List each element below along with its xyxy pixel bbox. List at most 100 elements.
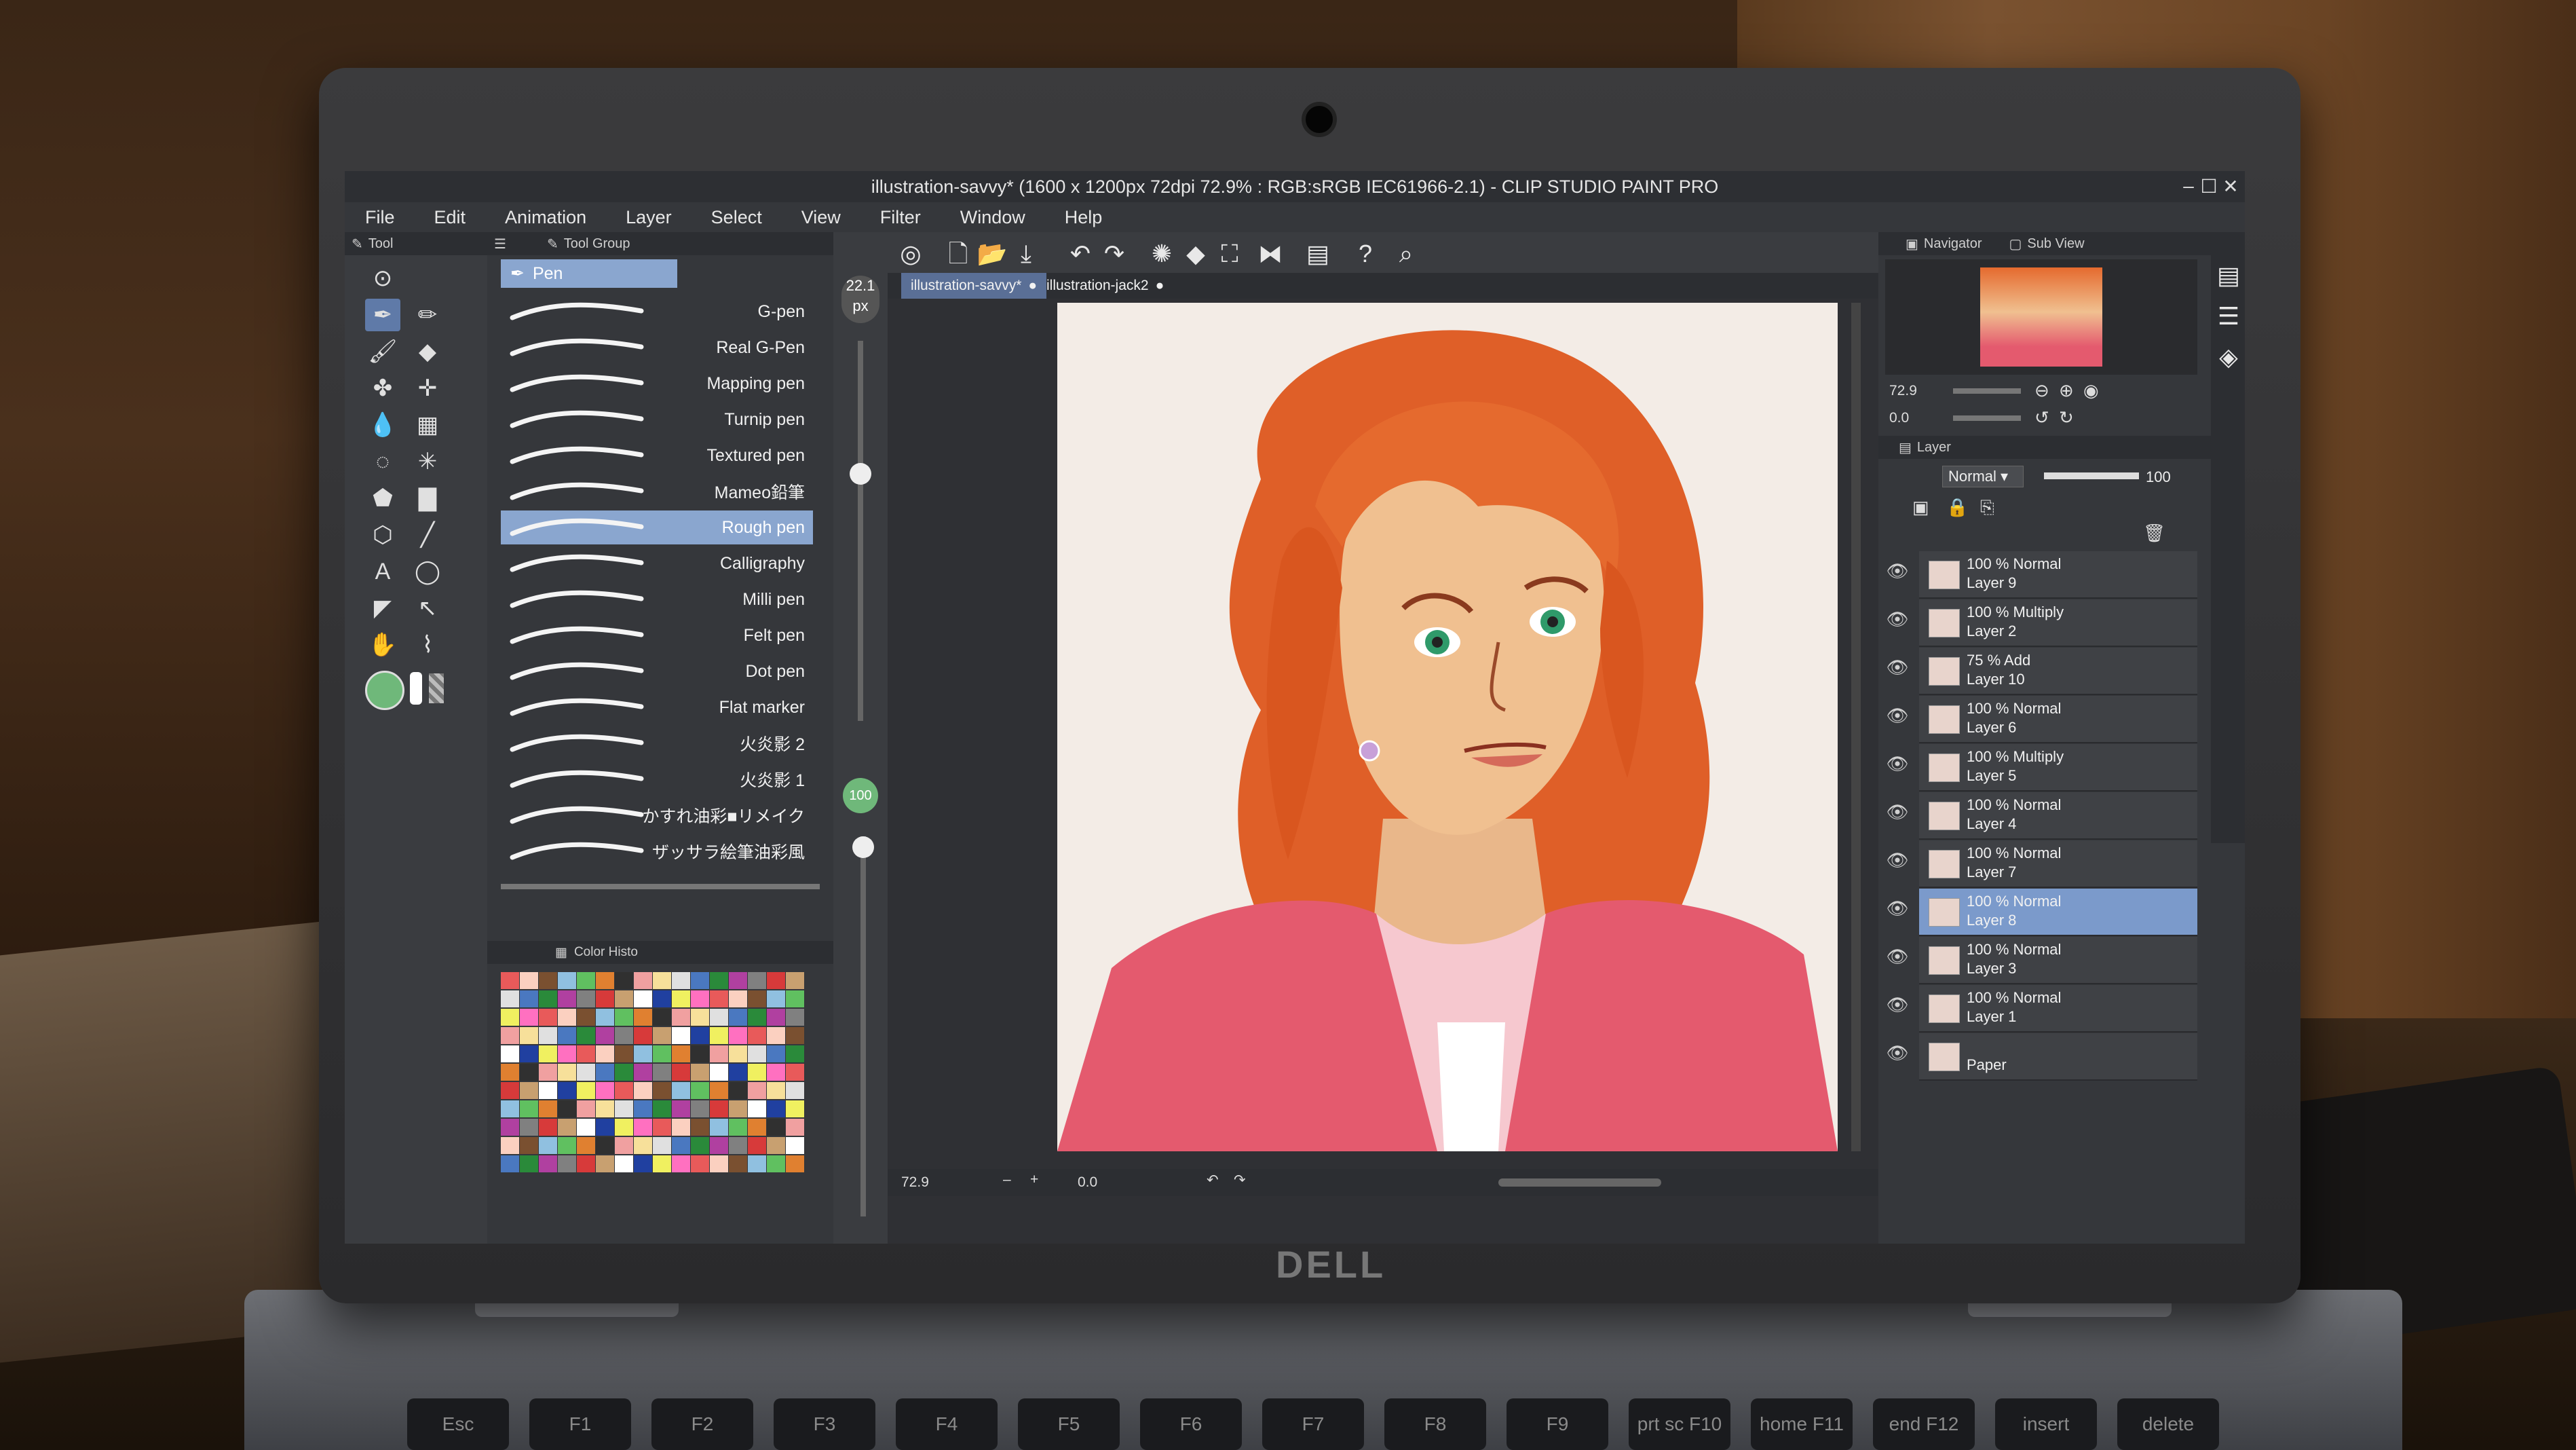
- zoom-out-icon[interactable]: ⊖: [2034, 380, 2049, 401]
- menu-help[interactable]: Help: [1065, 207, 1103, 228]
- color-swatch[interactable]: [615, 1100, 633, 1117]
- color-swatch[interactable]: [615, 1045, 633, 1062]
- color-swatch[interactable]: [729, 1045, 747, 1062]
- brush-item[interactable]: ザッサラ絵筆油彩風: [501, 834, 813, 868]
- color-swatch[interactable]: [577, 1155, 595, 1172]
- eyedropper-tool-icon[interactable]: ⌇: [410, 629, 445, 661]
- brush-item[interactable]: Milli pen: [501, 582, 813, 616]
- tab-illustration-jack2[interactable]: illustration-jack2 ●: [1037, 273, 1173, 299]
- brush-item[interactable]: Felt pen: [501, 618, 813, 652]
- color-swatch[interactable]: [672, 990, 690, 1007]
- color-swatch[interactable]: [634, 1137, 652, 1154]
- color-swatch[interactable]: [767, 1009, 785, 1026]
- color-swatch[interactable]: [558, 1064, 576, 1081]
- color-swatch[interactable]: [729, 1137, 747, 1154]
- color-swatch[interactable]: [786, 1027, 804, 1044]
- color-swatch[interactable]: [653, 990, 671, 1007]
- visibility-eye-icon[interactable]: 👁: [1884, 705, 1911, 732]
- color-swatch[interactable]: [634, 990, 652, 1007]
- visibility-eye-icon[interactable]: 👁: [1884, 657, 1911, 684]
- color-swatch[interactable]: [767, 972, 785, 989]
- color-swatch[interactable]: [786, 990, 804, 1007]
- menu-file[interactable]: File: [365, 207, 395, 228]
- delete-layer-icon[interactable]: 🗑: [2143, 523, 2165, 544]
- canvas-horizontal-scrollbar[interactable]: [1498, 1178, 1661, 1187]
- color-swatch[interactable]: [596, 972, 614, 989]
- dock-layers-icon[interactable]: ☰: [2212, 300, 2245, 333]
- brush-tool-icon[interactable]: 🖌: [365, 335, 400, 368]
- color-swatch[interactable]: [767, 990, 785, 1007]
- navigator-zoom-slider[interactable]: [1953, 388, 2021, 394]
- grid-tool-icon[interactable]: ▦: [410, 409, 445, 441]
- tool-group-tab[interactable]: Tool Group: [564, 236, 630, 252]
- fill-tool-icon[interactable]: ⬟: [365, 482, 400, 515]
- eraser-tool-icon[interactable]: ◆: [410, 335, 445, 368]
- gradient-tool-icon[interactable]: ▇: [410, 482, 445, 515]
- menu-view[interactable]: View: [801, 207, 841, 228]
- color-swatch[interactable]: [558, 1137, 576, 1154]
- brush-item[interactable]: 火炎影 2: [501, 726, 813, 760]
- brush-item[interactable]: Real G-Pen: [501, 331, 813, 365]
- layer-row[interactable]: 100 % Multiply Layer 2: [1919, 599, 2197, 647]
- tab-illustration-savvy[interactable]: illustration-savvy* ●: [901, 273, 1047, 299]
- color-swatch[interactable]: [748, 990, 766, 1007]
- color-swatch[interactable]: [539, 1027, 557, 1044]
- color-swatch[interactable]: [520, 1009, 538, 1026]
- color-swatch[interactable]: [729, 1155, 747, 1172]
- visibility-eye-icon[interactable]: 👁: [1884, 802, 1911, 829]
- color-swatch[interactable]: [520, 1045, 538, 1062]
- color-swatch[interactable]: [710, 1009, 728, 1026]
- color-swatch[interactable]: [596, 1137, 614, 1154]
- color-swatch[interactable]: [672, 1064, 690, 1081]
- color-swatch[interactable]: [653, 1082, 671, 1099]
- color-swatch[interactable]: [539, 990, 557, 1007]
- color-swatch[interactable]: [577, 1082, 595, 1099]
- color-swatch[interactable]: [691, 1064, 709, 1081]
- blend-mode-select[interactable]: Normal ▾: [1942, 466, 2024, 487]
- color-swatch[interactable]: [577, 1045, 595, 1062]
- color-swatch[interactable]: [539, 1119, 557, 1136]
- lasso-tool-icon[interactable]: ◌: [365, 445, 400, 478]
- color-swatch[interactable]: [615, 1119, 633, 1136]
- brush-item[interactable]: Flat marker: [501, 690, 813, 724]
- menu-layer[interactable]: Layer: [626, 207, 672, 228]
- crop-icon[interactable]: ⛶: [1213, 238, 1246, 270]
- color-swatch[interactable]: [767, 1155, 785, 1172]
- color-swatch[interactable]: [691, 972, 709, 989]
- dock-panel-icon[interactable]: ▤: [2212, 259, 2245, 292]
- color-swatch[interactable]: [653, 1155, 671, 1172]
- color-swatch[interactable]: [634, 1082, 652, 1099]
- redo-icon[interactable]: ↷: [1098, 238, 1131, 270]
- color-swatch[interactable]: [501, 1119, 519, 1136]
- color-swatch[interactable]: [767, 1027, 785, 1044]
- navigator-zoom-value[interactable]: 72.9: [1889, 383, 1917, 399]
- brush-item[interactable]: Turnip pen: [501, 403, 813, 436]
- brush-size-track[interactable]: [858, 341, 863, 721]
- open-file-icon[interactable]: 📂: [976, 238, 1008, 270]
- balloon-tool-icon[interactable]: ◯: [410, 555, 445, 588]
- color-swatch[interactable]: [596, 1155, 614, 1172]
- brush-item[interactable]: Dot pen: [501, 654, 813, 688]
- color-swatch[interactable]: [501, 1155, 519, 1172]
- color-swatch[interactable]: [672, 972, 690, 989]
- color-swatch[interactable]: [520, 1064, 538, 1081]
- color-swatch[interactable]: [710, 1119, 728, 1136]
- color-swatch[interactable]: [729, 972, 747, 989]
- layer-tab[interactable]: Layer: [1917, 440, 1951, 456]
- visibility-eye-icon[interactable]: 👁: [1884, 561, 1911, 588]
- color-swatch[interactable]: [672, 1100, 690, 1117]
- color-swatch[interactable]: [596, 1009, 614, 1026]
- color-swatch[interactable]: [748, 972, 766, 989]
- color-swatch[interactable]: [615, 1027, 633, 1044]
- color-swatch[interactable]: [729, 1082, 747, 1099]
- color-swatch[interactable]: [558, 1027, 576, 1044]
- zoom-readout[interactable]: 72.9: [901, 1174, 929, 1191]
- color-swatch[interactable]: [615, 972, 633, 989]
- color-swatch[interactable]: [596, 1082, 614, 1099]
- color-swatch[interactable]: [672, 1155, 690, 1172]
- color-swatch[interactable]: [634, 1027, 652, 1044]
- color-swatch[interactable]: [729, 1009, 747, 1026]
- color-swatch[interactable]: [691, 1082, 709, 1099]
- color-swatch[interactable]: [539, 1045, 557, 1062]
- layer-row[interactable]: 100 % Normal Layer 8: [1919, 889, 2197, 936]
